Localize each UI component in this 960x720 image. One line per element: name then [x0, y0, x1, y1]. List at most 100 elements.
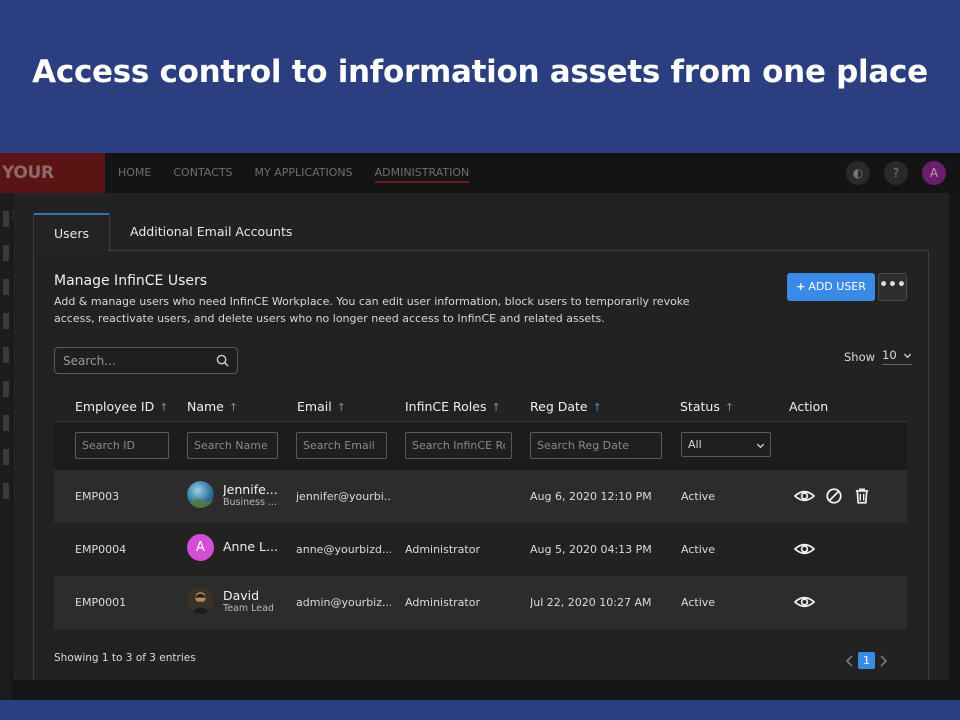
avatar [187, 587, 214, 614]
table-row[interactable]: EMP0004 A Anne L... anne@yourbizd... Adm… [54, 523, 907, 576]
cell-name: David Team Lead [187, 587, 281, 614]
banner-title: Access control to information assets fro… [32, 53, 928, 90]
filter-id [75, 432, 169, 459]
cell-reg-date: Aug 6, 2020 12:10 PM [530, 490, 652, 503]
nav-home[interactable]: HOME [118, 153, 151, 193]
search-box [54, 347, 238, 374]
filter-reg-date-input[interactable] [531, 433, 661, 458]
plus-icon: + [796, 280, 806, 293]
search-input[interactable] [63, 352, 203, 370]
side-strip [0, 193, 12, 700]
top-navigation: YOUR LOGO HOME CONTACTS MY APPLICATIONS … [0, 153, 960, 223]
sort-arrow-active-icon: ↑ [592, 401, 602, 414]
col-status[interactable]: Status ↑ [680, 399, 734, 414]
cell-reg-date: Jul 22, 2020 10:27 AM [530, 596, 652, 609]
page-size-select[interactable]: 10 [882, 348, 913, 365]
filter-name [187, 432, 278, 459]
sort-arrow-icon: ↑ [336, 401, 346, 414]
search-icon[interactable] [216, 354, 229, 367]
table-row[interactable]: EMP0001 David Team Lead admin@yourbiz...… [54, 576, 907, 629]
user-name: Jennife... [223, 481, 278, 497]
chevron-down-icon [903, 353, 912, 358]
chevron-down-icon [756, 443, 765, 449]
cell-employee-id: EMP003 [75, 490, 120, 503]
col-roles[interactable]: InfinCE Roles ↑ [405, 399, 501, 414]
bottom-strip [0, 700, 960, 720]
sort-arrow-icon: ↑ [159, 401, 169, 414]
cell-role [405, 470, 515, 523]
col-email[interactable]: Email ↑ [297, 399, 346, 414]
filter-email-input[interactable] [297, 433, 386, 458]
section-title: Manage InfinCE Users [54, 273, 208, 289]
filter-roles [405, 432, 512, 459]
logo[interactable]: YOUR LOGO [0, 153, 105, 223]
sort-arrow-icon: ↑ [491, 401, 501, 414]
block-icon[interactable] [825, 487, 843, 505]
cell-email: admin@yourbiz... [296, 596, 391, 609]
user-name: David [223, 587, 260, 603]
add-user-button[interactable]: + ADD USER [787, 273, 875, 301]
page-button[interactable]: 1 [858, 652, 875, 669]
cell-role: Administrator [405, 543, 480, 556]
filter-id-input[interactable] [76, 433, 168, 458]
filter-status-select[interactable]: All [681, 432, 771, 457]
col-name-label: Name [187, 399, 224, 414]
tab-users[interactable]: Users [33, 213, 111, 251]
tab-additional-email-accounts[interactable]: Additional Email Accounts [110, 213, 312, 251]
page-size-label: Show [844, 349, 876, 364]
table-row[interactable]: EMP003 Jennife... Business ... jennifer@… [54, 470, 907, 523]
col-reg-date-label: Reg Date [530, 399, 588, 414]
avatar [187, 481, 214, 508]
eye-icon[interactable] [794, 593, 815, 611]
avatar: A [187, 534, 214, 561]
add-user-label: ADD USER [808, 280, 866, 293]
eye-icon[interactable] [794, 540, 815, 558]
filter-reg-date [530, 432, 662, 459]
pagination: 1 [845, 652, 888, 669]
cell-name: Jennife... Business ... [187, 481, 281, 508]
filter-roles-input[interactable] [406, 433, 511, 458]
more-options-button[interactable]: ••• [878, 273, 907, 301]
eye-icon[interactable] [794, 487, 815, 505]
user-subtitle: Business ... [223, 496, 277, 508]
filter-status-value: All [688, 438, 702, 451]
col-status-label: Status [680, 399, 720, 414]
cell-email: anne@yourbizd... [296, 543, 391, 556]
user-subtitle: Team Lead [223, 602, 274, 614]
cell-status: Active [681, 490, 716, 503]
table-header: Employee ID ↑ Name ↑ Email ↑ InfinCE Roles ↑… [54, 395, 907, 422]
cell-status: Active [681, 596, 716, 609]
user-name: Anne L... [223, 539, 278, 554]
col-employee-id[interactable]: Employee ID ↑ [75, 399, 168, 414]
trash-icon[interactable] [853, 487, 871, 505]
cell-name: A Anne L... [187, 534, 281, 561]
page-size-control: Show 10 [844, 348, 913, 365]
cell-reg-date: Aug 5, 2020 04:13 PM [530, 543, 652, 556]
sort-arrow-icon: ↑ [724, 401, 735, 414]
filter-name-input[interactable] [188, 433, 277, 458]
section-description: Add & manage users who need InfinCE Work… [54, 295, 690, 325]
col-email-label: Email [297, 399, 332, 414]
nav-my-applications[interactable]: MY APPLICATIONS [255, 153, 353, 193]
entries-summary: Showing 1 to 3 of 3 entries [54, 652, 196, 664]
sort-arrow-icon: ↑ [228, 401, 239, 414]
chevron-left-icon[interactable] [845, 654, 854, 667]
col-roles-label: InfinCE Roles [405, 399, 487, 414]
cell-role: Administrator [405, 596, 480, 609]
users-panel: Users Additional Email Accounts Manage I… [13, 193, 949, 680]
col-reg-date[interactable]: Reg Date ↑ [530, 399, 602, 414]
chevron-right-icon[interactable] [879, 654, 888, 667]
nav-administration[interactable]: ADMINISTRATION [374, 153, 469, 193]
col-name[interactable]: Name ↑ [187, 399, 238, 414]
nav-contacts[interactable]: CONTACTS [173, 153, 232, 193]
user-avatar[interactable]: A [922, 161, 946, 185]
row-actions [794, 487, 871, 505]
theme-toggle-icon[interactable]: ◐ [846, 161, 870, 185]
row-actions [794, 540, 815, 558]
cell-status: Active [681, 543, 716, 556]
col-employee-id-label: Employee ID [75, 399, 155, 414]
col-action: Action [789, 399, 829, 414]
hero-banner: Access control to information assets fro… [0, 0, 960, 153]
filter-email [296, 432, 387, 459]
help-icon[interactable]: ? [884, 161, 908, 185]
